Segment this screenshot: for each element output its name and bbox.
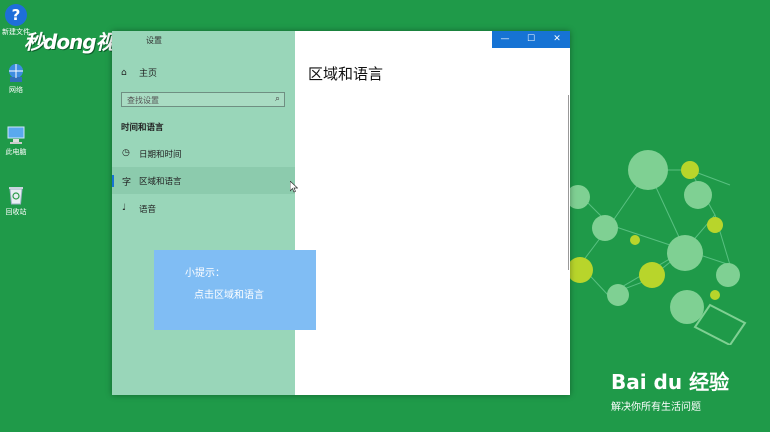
- settings-sidebar: 设置 ⌂ 主页 查找设置 ⌕ 时间和语言 ◷ 日期和时间 字 区域和语言 ♩ 语…: [112, 31, 295, 395]
- decorative-network-graphic: [566, 150, 747, 345]
- titlebar-buttons: — ☐ ✕: [492, 31, 570, 48]
- section-title: 时间和语言: [121, 123, 164, 133]
- microphone-icon: ♩: [122, 203, 127, 213]
- desktop-icon-label: 此电脑: [5, 148, 27, 156]
- window-title: 设置: [146, 36, 162, 45]
- sidebar-item-label: 日期和时间: [139, 150, 182, 160]
- recycle-bin-icon: [5, 184, 27, 206]
- sidebar-item-label: 区域和语言: [139, 177, 182, 187]
- brand-slogan: 解决你所有生活问题: [611, 402, 701, 413]
- page-title: 区域和语言: [308, 65, 384, 83]
- help-icon: ?: [5, 4, 27, 26]
- sidebar-item-label: 主页: [139, 69, 158, 79]
- desktop-icon-label: 回收站: [5, 208, 27, 216]
- search-input[interactable]: 查找设置 ⌕: [121, 92, 285, 107]
- search-placeholder: 查找设置: [127, 96, 159, 105]
- desktop-icon-recycle-bin[interactable]: 回收站: [2, 184, 30, 217]
- search-icon: ⌕: [274, 94, 280, 104]
- desktop: ? 新建文件 网络 此电脑 回收站 秒dong视频 设置 ⌂ 主页 查找设置 ⌕…: [0, 0, 770, 432]
- brand-logo: Bai du 经验: [611, 370, 730, 394]
- sidebar-item-date-time[interactable]: ◷ 日期和时间: [112, 140, 295, 167]
- computer-icon: [5, 124, 27, 146]
- tip-overlay: 小提示： 点击区域和语言: [154, 250, 316, 330]
- desktop-icon-network[interactable]: 网络: [2, 62, 30, 95]
- desktop-icon-label: 网络: [9, 86, 23, 94]
- minimize-button[interactable]: —: [492, 31, 518, 48]
- mouse-cursor-icon: [290, 181, 298, 193]
- sidebar-item-region-language[interactable]: 字 区域和语言: [112, 167, 295, 194]
- sidebar-item-home[interactable]: ⌂ 主页: [121, 66, 158, 80]
- sidebar-item-speech[interactable]: ♩ 语音: [112, 195, 295, 222]
- sidebar-item-label: 语音: [139, 205, 157, 215]
- desktop-icon-this-pc[interactable]: 此电脑: [2, 124, 30, 157]
- tip-heading: 小提示：: [185, 268, 225, 279]
- network-icon: [5, 62, 27, 84]
- maximize-button[interactable]: ☐: [518, 31, 544, 48]
- calendar-clock-icon: ◷: [122, 148, 130, 158]
- close-button[interactable]: ✕: [544, 31, 570, 48]
- home-icon: ⌂: [121, 67, 127, 78]
- region-language-icon: 字: [122, 178, 132, 188]
- scrollbar[interactable]: [568, 95, 569, 270]
- settings-window: 设置 ⌂ 主页 查找设置 ⌕ 时间和语言 ◷ 日期和时间 字 区域和语言 ♩ 语…: [112, 31, 570, 395]
- tip-text: 点击区域和语言: [194, 290, 264, 301]
